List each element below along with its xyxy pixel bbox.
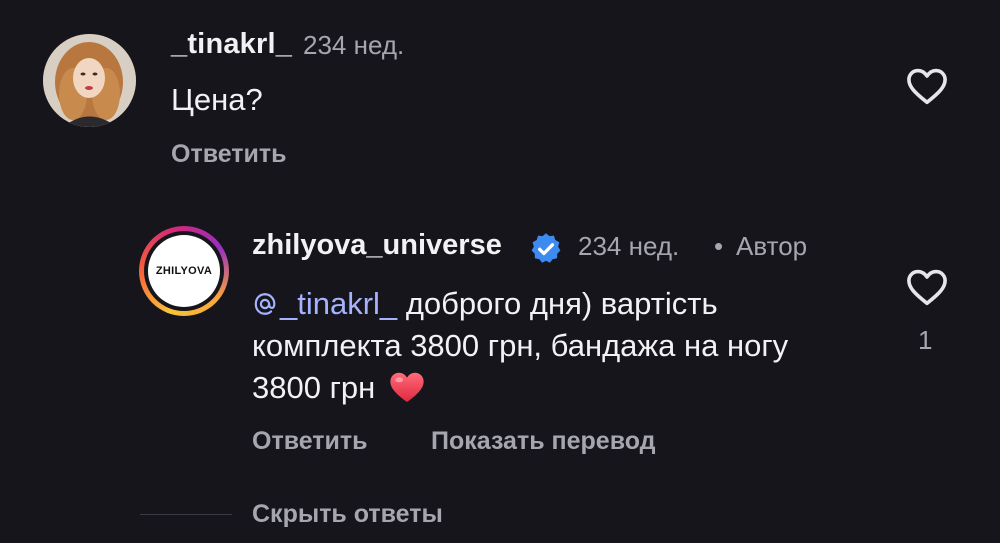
divider: [140, 514, 232, 515]
red-heart-icon: [390, 372, 424, 403]
mention-username: _tinakrl_: [280, 286, 398, 321]
reply-timestamp: 234 нед.: [578, 231, 680, 261]
avatar[interactable]: [43, 34, 136, 127]
verified-badge-icon: [528, 231, 564, 272]
comments-thread: _tinakrl_ 234 нед. Цена? Ответить ZHILYO…: [0, 0, 1000, 543]
author-badge: Автор: [736, 231, 808, 261]
reply-username[interactable]: zhilyova_universe: [252, 229, 502, 262]
like-heart-icon[interactable]: [905, 67, 949, 110]
comment-username[interactable]: _tinakrl_: [171, 28, 292, 61]
hide-replies-button[interactable]: Скрыть ответы: [252, 500, 443, 529]
reply-button[interactable]: Ответить: [171, 140, 287, 169]
avatar-photo-icon: [43, 34, 136, 127]
like-count: 1: [918, 325, 933, 355]
mention-link[interactable]: _tinakrl_: [252, 286, 397, 321]
comment-timestamp: 234 нед.: [303, 30, 405, 60]
avatar-logo: ZHILYOVA: [148, 235, 220, 307]
reply-text-block: _tinakrl_ доброго дня) вартість комплект…: [252, 283, 852, 409]
comment-text: Цена?: [171, 82, 263, 117]
separator-dot: •: [714, 231, 724, 261]
show-translation-button[interactable]: Показать перевод: [431, 427, 656, 456]
author-avatar[interactable]: ZHILYOVA: [139, 226, 229, 316]
like-heart-icon[interactable]: [905, 268, 949, 311]
threads-at-icon: [254, 293, 276, 315]
reply-button[interactable]: Ответить: [252, 427, 368, 456]
